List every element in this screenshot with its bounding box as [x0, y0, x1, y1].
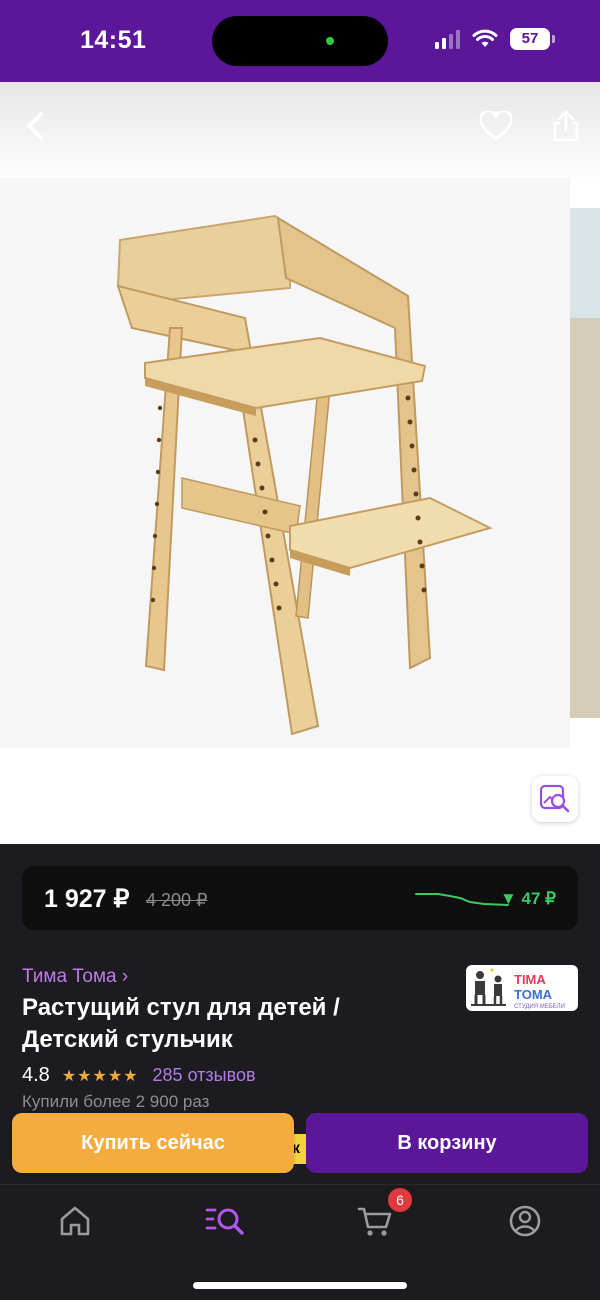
status-indicators: 57 — [435, 28, 555, 50]
add-to-cart-button[interactable]: В корзину — [306, 1113, 588, 1173]
shop-logo-toma: TOMA — [514, 987, 553, 1002]
price-drop: ▼ 47 ₽ — [500, 889, 556, 908]
back-icon — [27, 112, 43, 140]
next-photo-peek[interactable] — [570, 208, 600, 718]
rating-value: 4.8 — [22, 1064, 50, 1086]
brand-link[interactable]: Тима Тома › — [22, 966, 128, 988]
rating-stars: ★★★★★ — [61, 1067, 139, 1085]
rating-row[interactable]: 4.8 ★★★★★ 285 отзывов — [22, 1064, 256, 1087]
status-time: 14:51 — [80, 26, 147, 54]
heart-icon — [479, 111, 513, 141]
catalog-search-icon — [205, 1208, 244, 1235]
shop-logo-image: TIMA TOMA СТУДИЯ МЕБЕЛИ — [471, 968, 565, 1010]
visual-search-icon — [539, 784, 570, 813]
battery-icon: 57 — [510, 28, 555, 50]
price-trend-sparkline — [415, 893, 509, 906]
home-icon — [60, 1206, 90, 1236]
wifi-icon — [472, 29, 498, 47]
reviews-link[interactable]: 285 отзывов — [153, 1065, 256, 1086]
cellular-signal-icon — [435, 29, 460, 49]
profile-icon — [509, 1205, 541, 1237]
share-button[interactable] — [546, 106, 586, 146]
cart-count-badge: 6 — [388, 1188, 412, 1212]
tab-cart[interactable] — [355, 1201, 395, 1241]
back-button[interactable] — [16, 106, 56, 146]
product-page: 14:51 57 1 927 ₽ 4 200 ₽ ▼ 47 ₽ Тима Том… — [0, 0, 600, 1300]
wooden-chair-image — [116, 214, 493, 736]
status-bar: 14:51 57 — [0, 0, 600, 82]
tab-home[interactable] — [55, 1201, 95, 1241]
cart-icon — [357, 1207, 392, 1236]
shop-logo-subtitle: СТУДИЯ МЕБЕЛИ — [514, 1004, 565, 1010]
visual-search-button[interactable] — [532, 776, 578, 822]
favorite-button[interactable] — [476, 106, 516, 146]
price-current: 1 927 ₽ — [44, 885, 130, 913]
tab-catalog[interactable] — [205, 1201, 245, 1241]
camera-indicator-dot — [326, 37, 334, 45]
share-icon — [553, 110, 579, 142]
dynamic-island — [212, 16, 388, 66]
price-bar[interactable]: 1 927 ₽ 4 200 ₽ ▼ 47 ₽ — [22, 866, 578, 930]
product-photo[interactable] — [0, 178, 570, 748]
purchase-count: Купили более 2 900 раз — [22, 1092, 210, 1111]
product-title: Растущий стул для детей / Детский стульч… — [22, 994, 340, 1053]
shop-logo-tima: TIMA — [514, 972, 546, 987]
product-gallery[interactable] — [0, 82, 600, 844]
tab-profile[interactable] — [505, 1201, 545, 1241]
home-indicator[interactable] — [193, 1282, 407, 1289]
shop-logo[interactable]: TIMA TOMA СТУДИЯ МЕБЕЛИ — [466, 965, 578, 1011]
buy-now-button[interactable]: Купить сейчас — [12, 1113, 294, 1173]
price-old: 4 200 ₽ — [146, 890, 208, 910]
